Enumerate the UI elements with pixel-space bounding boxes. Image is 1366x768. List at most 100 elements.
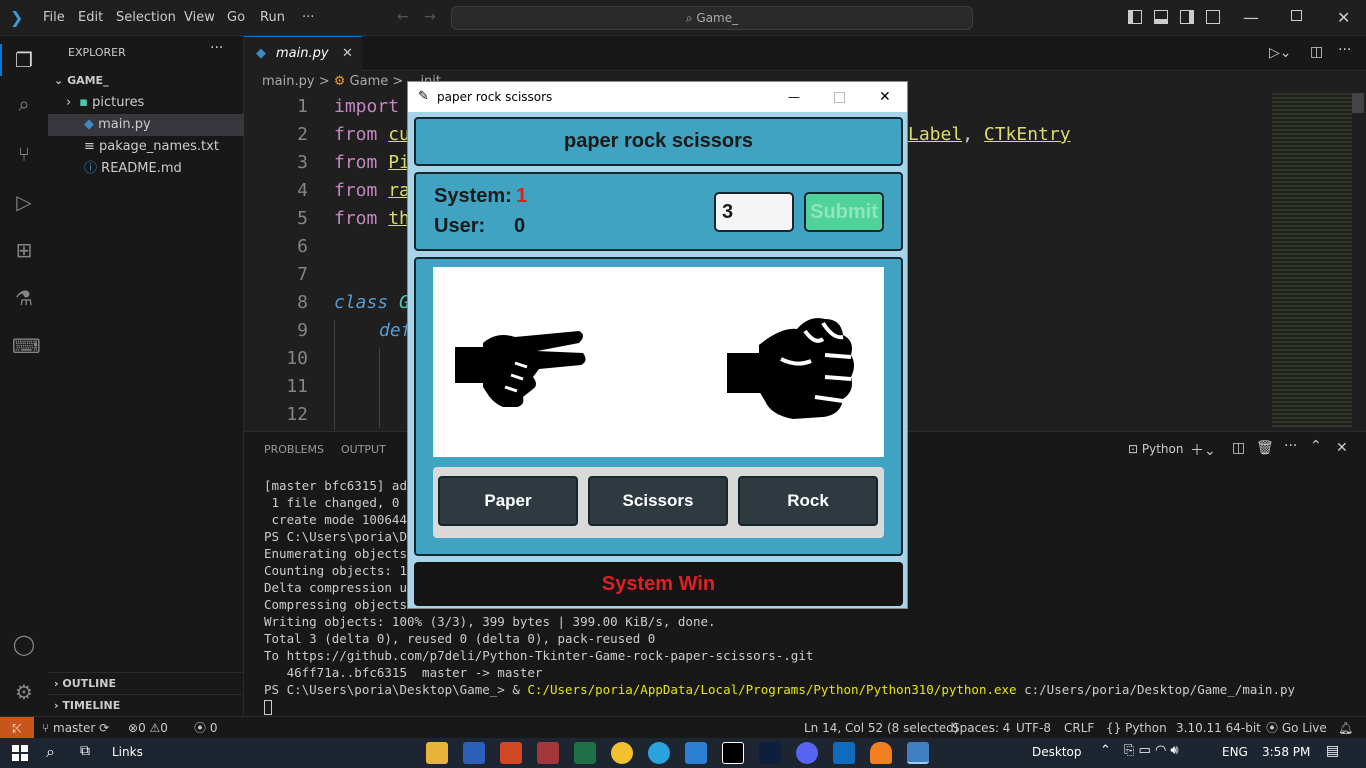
terminal-shell-selector[interactable]: ⊡ Python: [1128, 442, 1183, 456]
toggle-sidebar-icon[interactable]: [1128, 10, 1142, 24]
close-icon[interactable]: ✕: [1337, 8, 1350, 27]
breadcrumb-class[interactable]: Game: [350, 74, 389, 89]
more-actions-icon[interactable]: ···: [210, 40, 223, 56]
source-control-icon[interactable]: ⑂: [12, 142, 36, 166]
scissors-button[interactable]: Scissors: [588, 476, 728, 526]
submit-button[interactable]: Submit: [804, 192, 884, 232]
forward-arrow-icon[interactable]: →: [424, 9, 436, 25]
tab-problems[interactable]: PROBLEMS: [264, 443, 324, 456]
file-explorer-icon[interactable]: [426, 742, 448, 764]
encoding[interactable]: UTF-8: [1016, 717, 1051, 739]
timeline-section[interactable]: › TIMELINE: [48, 694, 244, 716]
split-editor-icon[interactable]: ◫: [1310, 44, 1323, 60]
paper-button[interactable]: Paper: [438, 476, 578, 526]
toggle-secondary-sidebar-icon[interactable]: [1180, 10, 1194, 24]
vscode-icon[interactable]: [685, 742, 707, 764]
terminal-icon[interactable]: ⌨: [12, 334, 41, 358]
access-icon[interactable]: [537, 742, 559, 764]
links-toolbar[interactable]: Links: [112, 745, 143, 759]
outline-section[interactable]: › OUTLINE: [48, 672, 244, 694]
photoshop-icon[interactable]: [759, 742, 781, 764]
rock-button[interactable]: Rock: [738, 476, 878, 526]
restore-icon[interactable]: [1291, 10, 1302, 21]
back-arrow-icon[interactable]: ←: [397, 9, 409, 25]
extensions-icon[interactable]: ⊞: [12, 238, 36, 262]
remote-indicator[interactable]: ⤪: [0, 717, 34, 739]
minimap-slider[interactable]: [1352, 93, 1364, 113]
maximize-icon[interactable]: [834, 92, 845, 103]
notifications-bell-icon[interactable]: 🔔︎: [1338, 717, 1353, 739]
indentation[interactable]: Spaces: 4: [952, 717, 1010, 739]
testing-icon[interactable]: ⚗: [12, 286, 36, 310]
files-icon[interactable]: ❐: [12, 48, 36, 72]
split-terminal-icon[interactable]: ◫: [1232, 440, 1245, 456]
folder-header[interactable]: ⌄ GAME_: [48, 70, 244, 92]
language-indicator[interactable]: ENG: [1222, 745, 1248, 759]
close-panel-icon[interactable]: ✕: [1336, 440, 1348, 456]
pycharm-icon[interactable]: [722, 742, 744, 764]
eol[interactable]: CRLF: [1064, 717, 1094, 739]
menu-file[interactable]: File: [43, 0, 65, 36]
minimize-icon[interactable]: —: [788, 82, 800, 112]
cursor-position[interactable]: Ln 14, Col 52 (8 selected): [804, 717, 958, 739]
ports-indicator[interactable]: ⦿ 0: [194, 717, 217, 739]
minimize-icon[interactable]: —: [1243, 8, 1259, 27]
more-actions-icon[interactable]: ···: [1284, 438, 1297, 454]
tray-icons[interactable]: ⎘ ▭ ◠ 🔊︎: [1124, 743, 1179, 758]
menu-run[interactable]: Run: [260, 0, 285, 36]
tree-item-pakage-names[interactable]: ≡ pakage_names.txt: [48, 136, 244, 158]
tree-item-pictures[interactable]: › ▪ pictures: [48, 92, 244, 114]
run-debug-icon[interactable]: ▷: [12, 190, 36, 214]
chrome-icon[interactable]: [611, 742, 633, 764]
close-icon[interactable]: ✕: [879, 82, 891, 112]
interpreter[interactable]: 3.10.11 64-bit: [1176, 717, 1261, 739]
status-bar: ⤪ ⑂ master ⟳ ⊗0 ⚠0 ⦿ 0 Ln 14, Col 52 (8 …: [0, 716, 1366, 739]
search-icon[interactable]: ⌕: [46, 742, 55, 762]
menu-go[interactable]: Go: [227, 0, 245, 36]
more-actions-icon[interactable]: ···: [1338, 42, 1351, 58]
line-number: 4: [297, 180, 308, 201]
notification-center-icon[interactable]: ▤: [1326, 743, 1339, 759]
excel-icon[interactable]: [574, 742, 596, 764]
trash-icon[interactable]: 🗑: [1256, 440, 1274, 456]
clock[interactable]: 3:58 PM: [1262, 745, 1310, 759]
minimap[interactable]: [1264, 93, 1366, 431]
run-file-icon[interactable]: ▷⌄: [1269, 45, 1292, 61]
cloudflare-icon[interactable]: [870, 742, 892, 764]
customize-layout-icon[interactable]: [1206, 10, 1220, 24]
chevron-up-icon[interactable]: ⌃: [1100, 743, 1111, 758]
menu-selection[interactable]: Selection: [116, 0, 176, 36]
word-icon[interactable]: [463, 742, 485, 764]
tree-item-readme[interactable]: ⓘ README.md: [48, 158, 244, 180]
breadcrumb-file[interactable]: main.py: [262, 74, 315, 89]
discord-icon[interactable]: [796, 742, 818, 764]
tk-titlebar: ✎ paper rock scissors — ✕: [408, 82, 907, 112]
account-icon[interactable]: ◯: [12, 632, 36, 656]
outlook-icon[interactable]: [833, 742, 855, 764]
problems-indicator[interactable]: ⊗0 ⚠0: [128, 717, 168, 739]
branch-indicator[interactable]: ⑂ master ⟳: [42, 717, 109, 739]
toggle-panel-icon[interactable]: [1154, 10, 1168, 24]
maximize-panel-icon[interactable]: ⌃: [1310, 438, 1322, 454]
command-search[interactable]: ⌕ Game_: [451, 6, 973, 30]
language-mode[interactable]: {} Python: [1106, 717, 1167, 739]
settings-gear-icon[interactable]: ⚙: [12, 680, 36, 704]
menu-edit[interactable]: Edit: [78, 0, 103, 36]
powerpoint-icon[interactable]: [500, 742, 522, 764]
task-view-icon[interactable]: ⧉: [80, 743, 90, 759]
desktop-toolbar[interactable]: Desktop: [1032, 745, 1082, 759]
tab-main-py[interactable]: ◆ main.py ✕: [244, 36, 362, 71]
new-terminal-icon[interactable]: ＋⌄: [1190, 440, 1216, 460]
windows-start-icon[interactable]: [12, 745, 28, 761]
menu-view[interactable]: View: [184, 0, 215, 36]
tab-output[interactable]: OUTPUT: [341, 443, 386, 456]
python-tk-app-icon[interactable]: [907, 742, 929, 764]
tree-item-main-py[interactable]: ◆ main.py: [48, 114, 244, 136]
telegram-icon[interactable]: [648, 742, 670, 764]
explorer-header: EXPLORER: [68, 46, 126, 59]
go-live[interactable]: ⦿ Go Live: [1266, 717, 1327, 739]
menu-more[interactable]: ···: [302, 0, 314, 36]
rounds-input[interactable]: 3: [714, 192, 794, 232]
close-tab-icon[interactable]: ✕: [342, 37, 353, 70]
search-icon[interactable]: ⌕: [12, 92, 36, 116]
